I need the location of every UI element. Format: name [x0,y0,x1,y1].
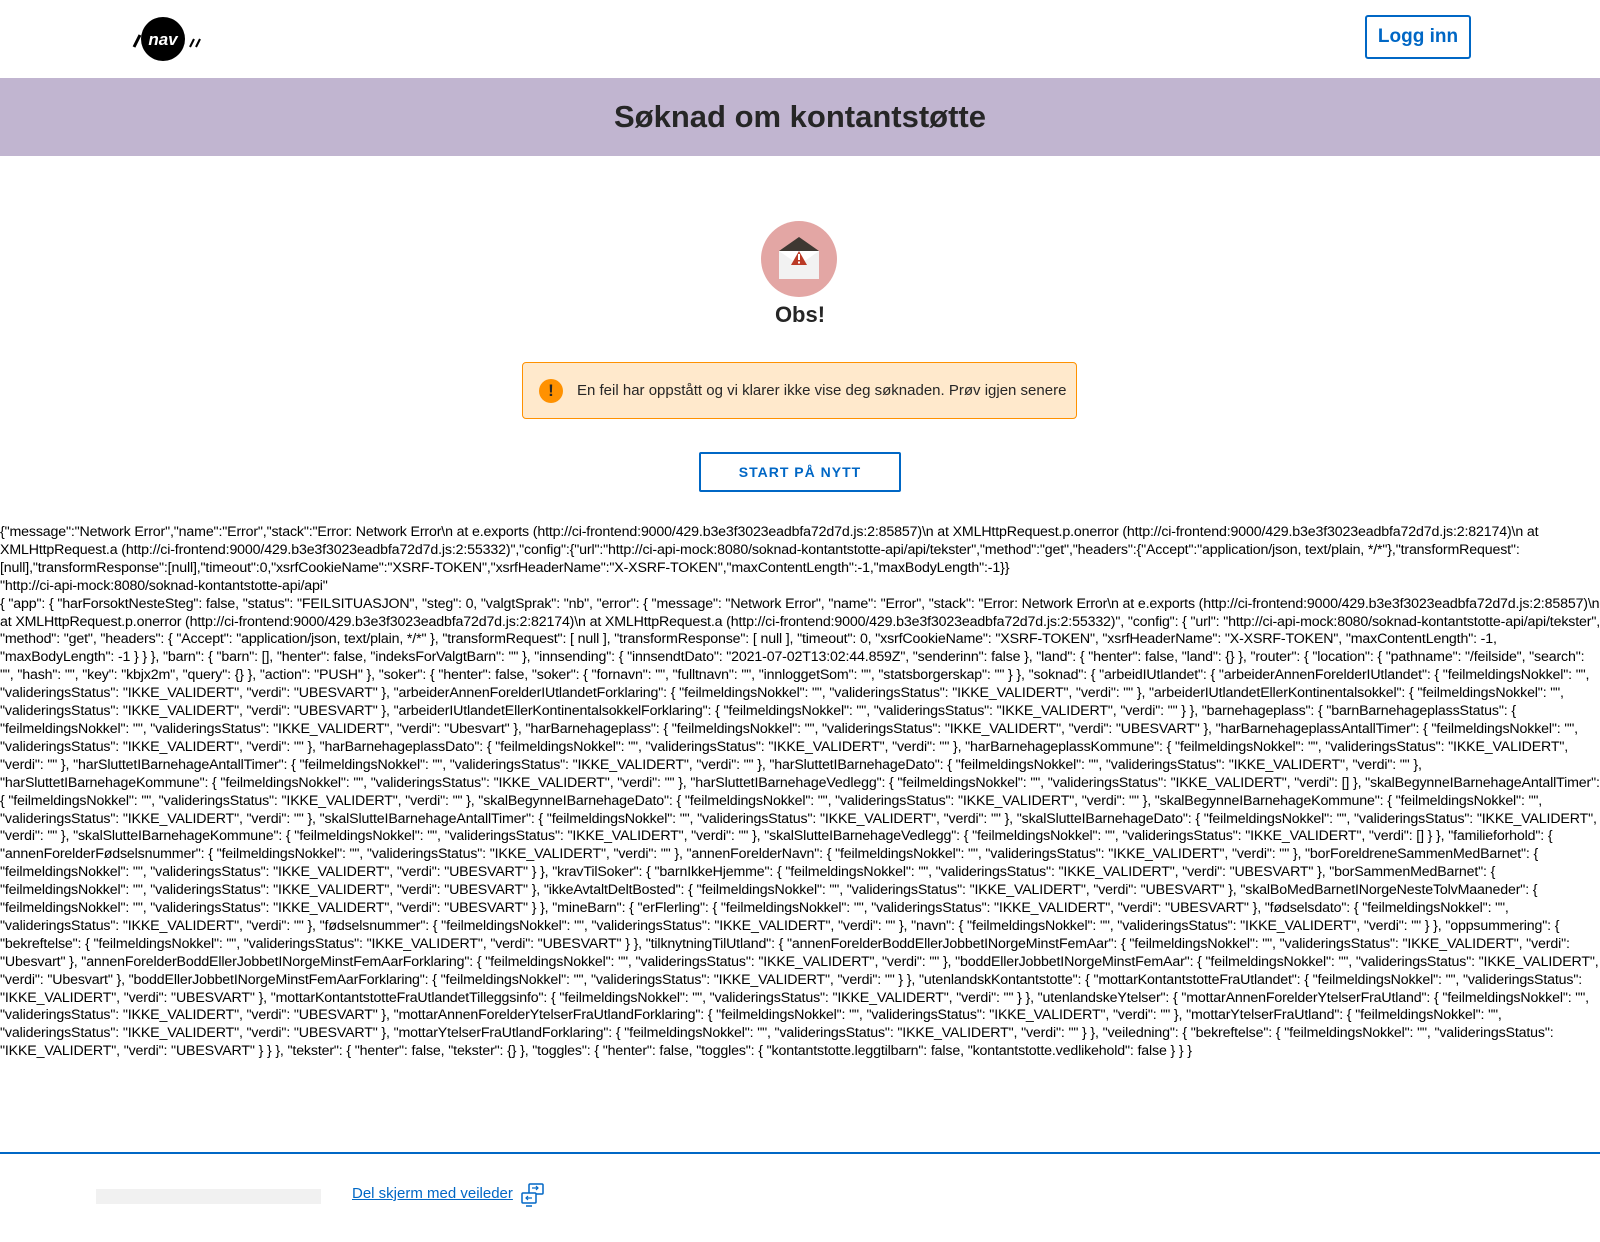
top-bar: nav Logg inn [0,0,1600,78]
warning-circle-icon: ! [539,378,563,403]
page-title: Søknad om kontantstøtte [613,99,986,134]
debug-output: {"message":"Network Error","name":"Error… [0,524,1600,1152]
debug-state-json: { "app": { "harForsoktNesteSteg": false,… [0,595,1600,1060]
logo-text: nav [148,30,179,49]
alert-text: En feil har oppstått og vi klarer ikke v… [577,382,1067,399]
share-screen-icon[interactable] [520,1182,546,1208]
footer-placeholder [96,1189,321,1204]
nav-logo[interactable]: nav [130,17,206,63]
footer-divider [0,1152,1600,1154]
share-screen-link[interactable]: Del skjerm med veileder [352,1185,513,1202]
debug-api-url: "http://ci-api-mock:8080/soknad-kontants… [0,577,328,594]
envelope-warning-icon [761,221,837,297]
page-banner: Søknad om kontantstøtte [0,78,1600,156]
restart-button[interactable]: START PÅ NYTT [699,452,901,492]
debug-error-json: {"message":"Network Error","name":"Error… [0,524,1539,576]
login-button[interactable]: Logg inn [1365,15,1471,59]
error-alert: ! En feil har oppstått og vi klarer ikke… [522,362,1077,419]
error-heading: Obs! [774,302,826,327]
